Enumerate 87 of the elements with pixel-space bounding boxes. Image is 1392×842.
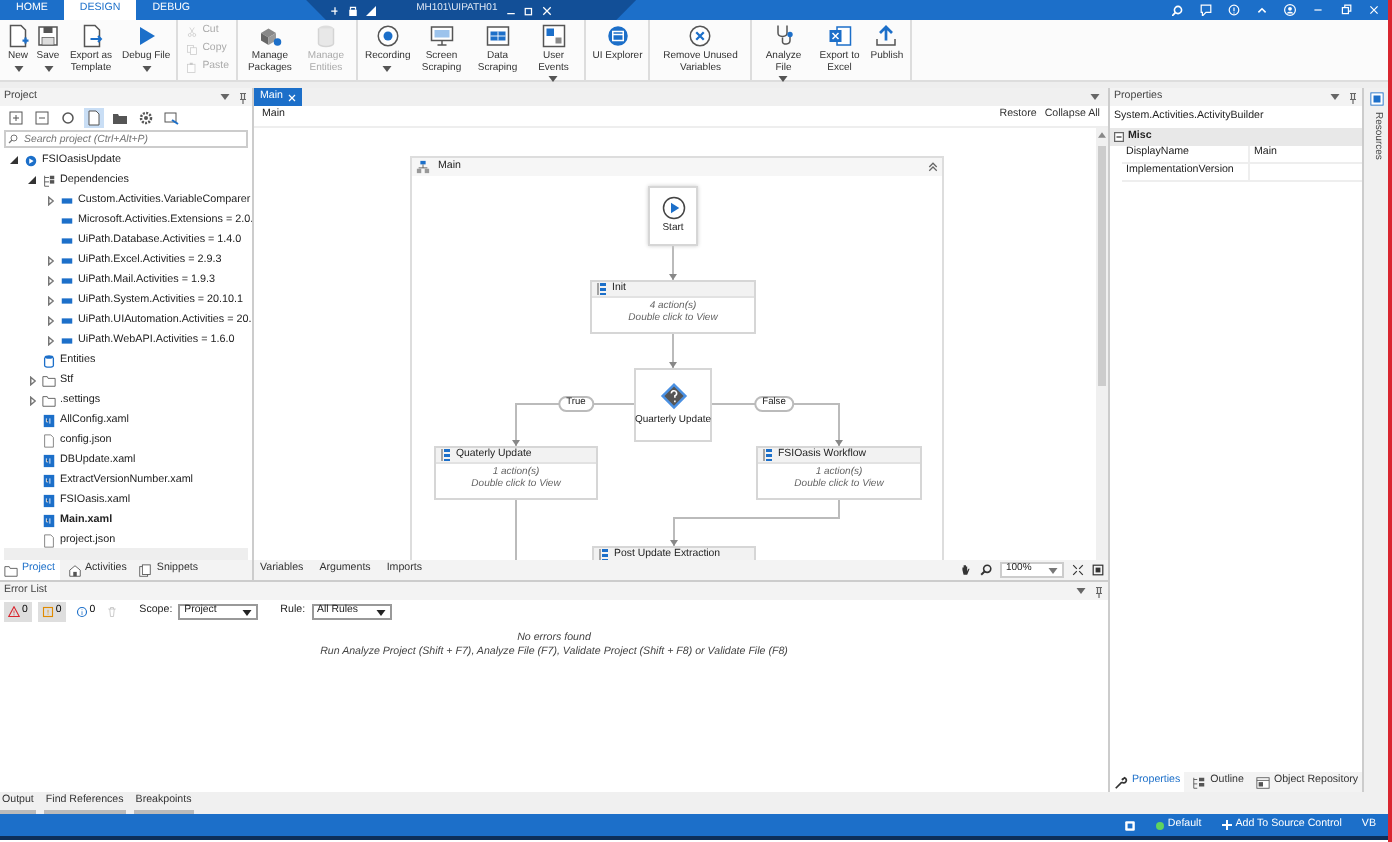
dropdown-icon — [220, 94, 230, 100]
collapsed-toggle-icon[interactable] — [47, 295, 53, 305]
folder-icon[interactable] — [112, 110, 128, 126]
status-dot-icon — [1155, 821, 1164, 829]
dropdown-icon — [375, 609, 386, 615]
workflow-file-icon — [42, 493, 56, 507]
search-icon[interactable] — [980, 564, 992, 576]
dropdown-icon — [242, 609, 253, 615]
copy-icon — [186, 43, 199, 55]
play-icon — [661, 195, 685, 220]
paste-icon — [186, 61, 199, 73]
sequence-icon — [598, 548, 610, 560]
hand-icon[interactable] — [960, 564, 972, 576]
workflow-file-icon — [42, 473, 56, 487]
collapsed-toggle-icon[interactable] — [47, 255, 53, 265]
user-icon[interactable] — [1284, 4, 1296, 16]
pin-icon — [330, 5, 341, 15]
sequence-icon — [762, 448, 774, 462]
file-icon — [42, 433, 56, 447]
collapsed-toggle-icon[interactable] — [29, 395, 35, 405]
wrench-icon — [1114, 775, 1128, 789]
fit-screen-icon[interactable] — [1072, 564, 1084, 576]
resources-icon[interactable] — [1369, 92, 1383, 106]
caret-icon — [43, 65, 53, 72]
settings-icon[interactable] — [138, 110, 154, 126]
restore-icon[interactable] — [523, 5, 534, 15]
collapse-icon[interactable] — [1114, 132, 1124, 142]
collapsed-toggle-icon[interactable] — [47, 275, 53, 285]
workflow-file-icon — [42, 413, 56, 427]
caret-icon — [13, 65, 23, 72]
file-icon[interactable] — [86, 110, 102, 126]
workflow-file-icon — [42, 513, 56, 527]
chevron-up-icon[interactable] — [1256, 4, 1268, 16]
warning-icon — [41, 605, 54, 618]
plus-icon — [1221, 820, 1232, 830]
dropdown-icon — [1048, 567, 1058, 573]
scissors-icon — [186, 25, 199, 37]
feedback-icon[interactable] — [1200, 4, 1212, 16]
collapsed-toggle-icon[interactable] — [47, 335, 53, 345]
signal-icon — [366, 5, 377, 15]
expand-all-icon[interactable] — [8, 110, 24, 126]
pin-icon[interactable] — [1094, 585, 1104, 597]
upload-icon — [874, 24, 899, 48]
scroll-up-icon[interactable] — [1098, 132, 1106, 138]
sequence-icon — [440, 448, 452, 462]
packages-icon — [257, 24, 282, 48]
expanded-toggle-icon[interactable] — [28, 176, 36, 184]
help-icon[interactable] — [1228, 4, 1240, 16]
error-icon — [8, 605, 20, 618]
pin-icon[interactable] — [1348, 91, 1358, 103]
dropdown-icon — [1330, 94, 1340, 100]
collapsed-toggle-icon[interactable] — [29, 375, 35, 385]
collapse-icon[interactable] — [928, 162, 938, 172]
collapsed-toggle-icon[interactable] — [47, 195, 53, 205]
sequence-icon — [596, 282, 608, 296]
database-icon — [42, 353, 56, 367]
pin-icon[interactable] — [238, 91, 248, 103]
collapsed-toggle-icon[interactable] — [47, 315, 53, 325]
source-control-icon[interactable] — [1123, 819, 1136, 831]
dropdown-icon — [1090, 94, 1100, 100]
project-icon — [24, 153, 38, 167]
dropdown-icon — [1076, 588, 1086, 594]
outline-icon — [1192, 775, 1207, 789]
expanded-toggle-icon[interactable] — [10, 156, 18, 164]
close-icon[interactable] — [288, 93, 297, 101]
overview-icon[interactable] — [1092, 564, 1104, 576]
stethoscope-icon — [771, 24, 796, 48]
play-icon — [134, 24, 159, 48]
database-icon — [313, 24, 338, 48]
connector-arrow — [669, 245, 677, 281]
close-icon[interactable] — [541, 5, 552, 15]
close-icon[interactable] — [1368, 4, 1380, 16]
connector-arrow — [512, 403, 635, 447]
caret-icon — [382, 65, 393, 72]
caret-icon — [141, 65, 152, 72]
connector-arrow — [669, 333, 677, 369]
lock-icon — [348, 5, 359, 15]
refresh-icon[interactable] — [60, 110, 76, 126]
restore-icon[interactable] — [1340, 4, 1352, 16]
info-icon — [75, 605, 88, 618]
dependencies-icon — [42, 173, 56, 187]
flowchart-icon — [416, 160, 430, 174]
decision-icon — [659, 381, 687, 410]
deploy-icon[interactable] — [164, 110, 180, 126]
workflow-file-icon — [42, 453, 56, 467]
connector-arrow — [711, 403, 843, 447]
scrollbar-thumb[interactable] — [1098, 146, 1106, 386]
